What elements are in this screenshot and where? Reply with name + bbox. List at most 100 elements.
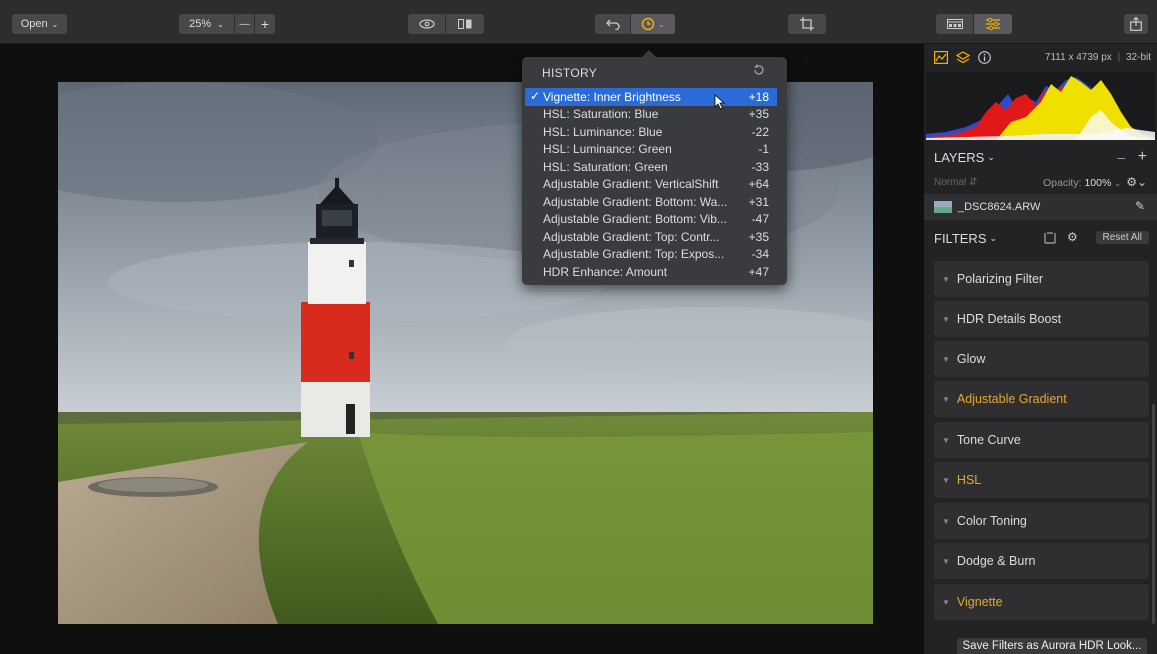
zoom-in-button[interactable]: + [255, 14, 275, 34]
history-item[interactable]: HSL: Saturation: Blue +35 [525, 106, 777, 124]
chevron-down-icon: ▼ [942, 435, 950, 445]
zoom-value: 25% [189, 18, 212, 30]
sliders-icon [986, 17, 1000, 31]
history-item[interactable]: HSL: Saturation: Green -33 [525, 158, 777, 176]
chevron-down-icon: ▼ [942, 394, 950, 404]
history-item-label: HSL: Saturation: Green [543, 159, 668, 174]
history-item[interactable]: ✓ Vignette: Inner Brightness +18 [525, 88, 777, 106]
toolbar: Open ⌄ 25% ⌄ — + ⌄ [0, 0, 1157, 44]
history-item[interactable]: Adjustable Gradient: Bottom: Wa... +31 [525, 193, 777, 211]
filter-color-toning[interactable]: ▼ Color Toning [934, 503, 1149, 539]
layers-title: LAYERS [934, 149, 985, 165]
history-controls: ⌄ [595, 14, 675, 34]
chevron-down-icon: ▼ [942, 274, 950, 284]
history-item[interactable]: Adjustable Gradient: Top: Expos... -34 [525, 246, 777, 264]
presets-icon [946, 19, 963, 29]
reset-all-button[interactable]: Reset All [1095, 231, 1149, 244]
zoom-out-button[interactable]: — [235, 14, 255, 34]
filter-label: Polarizing Filter [956, 272, 1044, 286]
history-item[interactable]: HSL: Luminance: Blue -22 [525, 123, 777, 141]
share-button[interactable] [1124, 14, 1148, 34]
blend-mode-select[interactable]: Normal ⇵ [934, 177, 977, 188]
filter-glow[interactable]: ▼ Glow [934, 341, 1149, 377]
zoom-controls: 25% ⌄ — + [179, 14, 275, 34]
layers-stack-icon[interactable] [956, 51, 970, 64]
history-item-value: +35 [748, 107, 769, 122]
blend-mode-value: Normal [934, 177, 967, 188]
filters-header[interactable]: FILTERS ⌄ ⚙ Reset All [924, 223, 1157, 253]
crop-button[interactable] [788, 14, 826, 34]
zoom-select[interactable]: 25% ⌄ [179, 14, 235, 34]
chevron-down-icon: ▼ [942, 597, 950, 607]
filter-label: Glow [956, 352, 986, 366]
filter-adjustable-gradient[interactable]: ▼ Adjustable Gradient [934, 381, 1149, 417]
history-item[interactable]: Adjustable Gradient: VerticalShift +64 [525, 176, 777, 194]
history-list: ✓ Vignette: Inner Brightness +18 HSL: Sa… [525, 88, 777, 281]
history-item-value: -1 [758, 142, 769, 157]
history-item-value: +47 [748, 264, 769, 279]
history-item-value: +31 [748, 194, 769, 209]
image-bit-depth: 32-bit [1125, 52, 1151, 63]
checkmark-icon: ✓ [530, 89, 541, 103]
layers-header[interactable]: LAYERS ⌄ – + [924, 142, 1157, 172]
compare-button[interactable] [446, 14, 484, 34]
add-layer-button[interactable]: + [1138, 148, 1147, 166]
image-dimensions: 7111 x 4739 px [1044, 52, 1112, 63]
history-popover: HISTORY ✓ Vignette: Inner Brightness +18… [522, 50, 787, 285]
history-item[interactable]: HSL: Luminance: Green -1 [525, 141, 777, 159]
opacity-value: 100% [1084, 177, 1112, 189]
filter-tone-curve[interactable]: ▼ Tone Curve [934, 422, 1149, 458]
preview-toggle-button[interactable] [408, 14, 446, 34]
chevron-down-icon: ▼ [942, 556, 950, 566]
filter-label: Tone Curve [956, 433, 1021, 447]
canvas-area[interactable]: HISTORY ✓ Vignette: Inner Brightness +18… [0, 44, 923, 654]
history-item-label: HSL: Luminance: Blue [543, 124, 663, 139]
save-look-button[interactable]: Save Filters as Aurora HDR Look... [957, 638, 1147, 654]
adjustments-view-button[interactable] [974, 14, 1012, 34]
chevron-down-icon: ⌄ [658, 19, 665, 29]
filter-label: HDR Details Boost [956, 312, 1062, 326]
filter-vignette[interactable]: ▼ Vignette [934, 584, 1149, 620]
opacity-select[interactable]: Opacity: 100% ⌄ [1043, 177, 1121, 189]
filter-dodge-burn[interactable]: ▼ Dodge & Burn [934, 543, 1149, 579]
panel-scrollbar[interactable] [1152, 404, 1155, 624]
open-button[interactable]: Open ⌄ [12, 14, 67, 34]
histogram-icon[interactable] [934, 51, 948, 64]
chevron-down-icon: ▼ [942, 475, 950, 485]
filter-hdr-details-boost[interactable]: ▼ HDR Details Boost [934, 301, 1149, 337]
remove-layer-button[interactable]: – [1117, 149, 1125, 165]
history-button[interactable]: ⌄ [631, 14, 675, 34]
histogram-chart [926, 76, 1155, 140]
filter-label: Color Toning [956, 514, 1027, 528]
chevron-down-icon: ⌄ [987, 151, 995, 162]
history-title: HISTORY [542, 66, 598, 80]
info-icon[interactable] [978, 51, 991, 64]
history-item-label: Adjustable Gradient: Bottom: Wa... [543, 194, 728, 209]
opacity-label: Opacity: [1043, 177, 1082, 189]
layer-settings-gear-icon[interactable]: ⚙⌄ [1126, 175, 1147, 189]
plus-icon: + [260, 16, 270, 32]
chevron-down-icon: ⌄ [217, 19, 224, 29]
brush-icon[interactable]: ✎ [1135, 199, 1145, 213]
open-label: Open [20, 18, 48, 30]
history-item-value: +18 [748, 89, 769, 104]
history-item[interactable]: HDR Enhance: Amount +47 [525, 263, 777, 281]
clock-icon [641, 17, 655, 31]
share-icon [1130, 17, 1142, 31]
layer-item[interactable]: _DSC8624.ARW ✎ [924, 194, 1157, 220]
undo-button[interactable] [595, 14, 631, 34]
filter-hsl[interactable]: ▼ HSL [934, 462, 1149, 498]
history-item-label: HDR Enhance: Amount [543, 264, 668, 279]
filter-polarizing[interactable]: ▼ Polarizing Filter [934, 261, 1149, 297]
right-panel: 7111 x 4739 px | 32-bit LAYERS ⌄ – + Nor… [924, 44, 1157, 654]
history-item[interactable]: Adjustable Gradient: Bottom: Vib... -47 [525, 211, 777, 229]
presets-view-button[interactable] [936, 14, 974, 34]
compare-icon [458, 19, 472, 29]
history-reset-button[interactable] [753, 64, 767, 78]
history-item[interactable]: Adjustable Gradient: Top: Contr... +35 [525, 228, 777, 246]
crop-icon [800, 17, 814, 31]
history-item-label: Adjustable Gradient: VerticalShift [543, 177, 719, 192]
mask-icon[interactable] [1044, 232, 1056, 244]
history-item-value: -22 [751, 124, 769, 139]
filter-settings-gear-icon[interactable]: ⚙ [1067, 230, 1078, 244]
